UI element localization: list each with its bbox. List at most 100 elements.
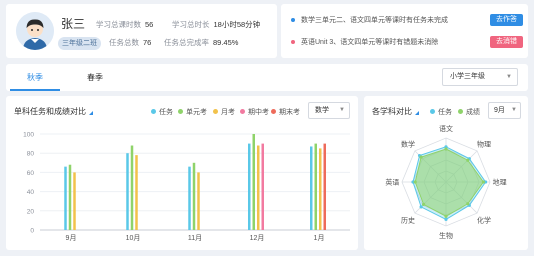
y-tick-label: 0 — [30, 228, 34, 235]
legend-swatch — [213, 109, 218, 114]
legend-item-midterm[interactable]: 期中考 — [240, 107, 269, 117]
subject-select[interactable]: 数学 ▼ — [308, 102, 350, 119]
radar-point-成绩 — [466, 158, 470, 162]
semester-tabs-bar: 秋季 春季 小学三年级 ▼ — [6, 64, 528, 91]
x-tick-label: 11月 — [188, 234, 202, 242]
radar-axis-label: 语文 — [439, 124, 453, 133]
corner-triangle-icon — [89, 111, 93, 115]
legend-swatch — [430, 109, 435, 114]
legend-item-monthly-exam[interactable]: 月考 — [213, 107, 235, 117]
stat-value: 76 — [143, 38, 152, 47]
go-answer-button[interactable]: 去作答 — [490, 14, 523, 26]
tab-spring[interactable]: 春季 — [70, 64, 120, 91]
bar-期中考 — [261, 143, 264, 230]
clear-errors-button[interactable]: 去消错 — [490, 36, 523, 48]
tab-autumn[interactable]: 秋季 — [10, 64, 60, 91]
stat-study-time: 学习总时长 18小时58分钟 — [172, 19, 260, 30]
legend-label: 期末考 — [279, 109, 300, 116]
radar-axis-label: 物理 — [477, 140, 491, 149]
notice-text: 英语Unit 3、语文四单元等课时有错题未消除 — [301, 39, 439, 46]
y-tick-label: 40 — [27, 189, 35, 196]
bar-任务 — [126, 153, 129, 230]
radar-point-成绩 — [419, 155, 423, 159]
subject-select-value: 数学 — [315, 107, 329, 114]
bar-任务 — [310, 146, 313, 230]
month-select-value: 9月 — [494, 107, 505, 114]
student-avatar-icon[interactable] — [16, 12, 54, 50]
stat-label: 学习总课时数 — [96, 20, 141, 29]
stat-value: 89.45% — [213, 38, 239, 47]
stat-lesson-count: 学习总课时数 56 — [96, 19, 153, 30]
radar-legend-score[interactable]: 成绩 — [458, 107, 480, 117]
legend-label: 月考 — [221, 109, 235, 116]
bar-单元考 — [130, 145, 134, 230]
legend-item-unit-exam[interactable]: 单元考 — [178, 107, 207, 117]
notice-unfinished-tasks: 数学三单元二、语文四单元等课时有任务未完成 去作答 — [291, 14, 523, 26]
chevron-down-icon: ▼ — [511, 107, 517, 113]
bar-任务 — [64, 166, 67, 230]
legend-item-task[interactable]: 任务 — [151, 107, 173, 117]
chevron-down-icon: ▼ — [339, 107, 345, 113]
bar-单元考 — [314, 143, 317, 230]
legend-label: 任务 — [159, 109, 173, 116]
class-badge: 三年级二班 — [58, 37, 101, 50]
bar-chart: 0 20 40 60 80 100 9月 10月 11月 12月 1月 — [23, 132, 350, 242]
legend-swatch — [240, 109, 245, 114]
x-tick-label: 12月 — [250, 234, 265, 242]
bar-月考 — [197, 172, 200, 230]
radar-point-成绩 — [421, 202, 426, 207]
bar-单元考 — [68, 164, 72, 230]
bar-月考 — [135, 155, 138, 230]
radar-axis-label: 化学 — [477, 215, 491, 224]
radar-axis-label: 数学 — [401, 140, 415, 149]
profile-card: 张三 三年级二班 学习总课时数 56 学习总时长 18小时58分钟 任务总数 76 任… — [6, 4, 277, 58]
stat-completion-rate: 任务总完成率 89.45% — [164, 37, 238, 48]
radar-legend-task[interactable]: 任务 — [430, 107, 452, 117]
y-tick-label: 60 — [27, 170, 35, 177]
grade-select[interactable]: 小学三年级 ▼ — [442, 68, 518, 86]
legend-label: 任务 — [438, 109, 452, 116]
radar-chart-title-text: 各学科对比 — [372, 107, 412, 116]
notices-card: 数学三单元二、语文四单元等课时有任务未完成 去作答 英语Unit 3、语文四单元… — [281, 4, 528, 58]
legend-label: 期中考 — [248, 109, 269, 116]
radar-point-成绩 — [444, 147, 448, 151]
y-tick-label: 100 — [23, 132, 34, 139]
bullet-dot-icon — [291, 18, 295, 22]
x-tick-label: 1月 — [314, 234, 325, 242]
stat-label: 任务总数 — [109, 38, 139, 47]
radar-point-成绩 — [481, 180, 485, 184]
bar-月考 — [319, 148, 322, 230]
bar-单元考 — [252, 134, 255, 230]
radar-point-任务 — [419, 205, 423, 209]
x-tick-label: 10月 — [126, 234, 141, 242]
legend-swatch — [271, 109, 276, 114]
bar-任务 — [188, 166, 191, 230]
legend-item-final[interactable]: 期末考 — [271, 107, 300, 117]
bar-任务 — [248, 143, 251, 230]
stat-value: 18小时58分钟 — [213, 20, 261, 29]
bar-月考 — [257, 145, 260, 230]
stat-value: 56 — [145, 20, 154, 29]
subject-bar-chart-card: 0 20 40 60 80 100 9月 10月 11月 12月 1月 单科任务和成绩对比 任务 单… — [6, 96, 358, 250]
notice-text: 数学三单元二、语文四单元等课时有任务未完成 — [301, 17, 448, 24]
stat-label: 学习总时长 — [172, 20, 210, 29]
bar-chart-title-text: 单科任务和成绩对比 — [14, 107, 86, 116]
bar-单元考 — [192, 162, 196, 230]
bar-chart-title: 单科任务和成绩对比 — [14, 106, 93, 117]
radar-chart: 语文物理地理化学生物 历史 英语 数学 — [385, 124, 507, 240]
bullet-dot-icon — [291, 40, 295, 44]
student-name: 张三 — [61, 17, 86, 31]
stat-label: 任务总完成率 — [164, 38, 209, 47]
legend-label: 成绩 — [466, 109, 480, 116]
legend-swatch — [151, 109, 156, 114]
legend-swatch — [458, 109, 463, 114]
chevron-down-icon: ▼ — [506, 74, 512, 80]
notice-wrong-answers: 英语Unit 3、语文四单元等课时有错题未消除 去消错 — [291, 36, 523, 48]
radar-point-任务 — [444, 217, 448, 221]
legend-label: 单元考 — [186, 109, 207, 116]
radar-axis-label: 生物 — [439, 231, 453, 240]
x-tick-label: 9月 — [66, 234, 77, 242]
radar-axis-label: 英语 — [385, 178, 399, 187]
radar-axis-label: 地理 — [493, 178, 507, 187]
month-select[interactable]: 9月 ▼ — [488, 102, 521, 119]
